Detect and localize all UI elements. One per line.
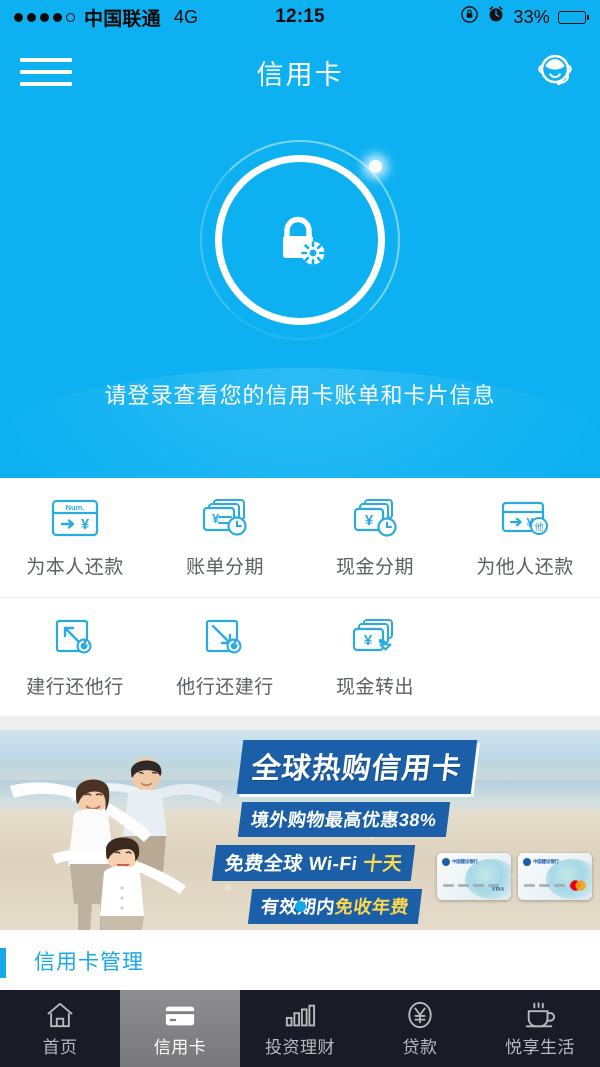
banner-pagination[interactable] [0, 901, 600, 912]
credit-card-mastercard: 中国建设银行 [518, 853, 592, 900]
banner-headline: 全球热购信用卡 [236, 740, 478, 794]
credit-card-visa: 中国建设银行 VISA [437, 853, 511, 900]
tab-label: 信用卡 [153, 1038, 207, 1057]
credit-card-management-section: 信用卡管理 [0, 930, 600, 988]
action-ccb-to-other[interactable]: 建行还他行 [0, 598, 150, 716]
action-bill-installment[interactable]: ¥ 账单分期 [150, 478, 300, 597]
home-icon [45, 999, 75, 1029]
battery-icon [558, 10, 589, 24]
quick-actions-row-1: Num. ¥ 为本人还款 ¥ 账单分期 ¥ 现金分期 ¥ 他 为他人还款 [0, 478, 600, 597]
tab-investment[interactable]: 投资理财 [240, 990, 360, 1067]
tab-home[interactable]: 首页 [0, 990, 120, 1067]
yen-circle-icon [406, 999, 434, 1029]
coffee-cup-icon [524, 999, 556, 1029]
ccb-bank-logo: 中国建设银行 [523, 858, 559, 866]
svg-text:¥: ¥ [365, 512, 374, 529]
arrow-out-refresh-icon [52, 616, 98, 660]
banner-credit-cards: 中国建设银行 VISA 中国建设银行 [437, 853, 592, 900]
login-hero-section: 请登录查看您的信用卡账单和卡片信息 [0, 110, 600, 478]
svg-text:VISA: VISA [492, 886, 505, 892]
tab-label: 首页 [42, 1038, 78, 1057]
battery-percent: 33% [513, 6, 550, 27]
svg-text:Num.: Num. [66, 503, 85, 512]
action-label: 建行还他行 [26, 676, 124, 698]
network-type: 4G [173, 6, 199, 27]
alarm-clock-icon [487, 5, 505, 29]
bar-chart-icon [284, 999, 316, 1029]
quick-actions-row-2: 建行还他行 他行还建行 ¥ 现金转出 [0, 597, 600, 716]
hamburger-menu-icon[interactable] [20, 52, 72, 92]
customer-service-icon[interactable] [530, 47, 580, 97]
quick-actions-grid: Num. ¥ 为本人还款 ¥ 账单分期 ¥ 现金分期 ¥ 他 为他人还款 建行还… [0, 478, 600, 716]
bank-name: 中国建设银行 [452, 859, 478, 864]
banner-line-3-highlight: 十天 [361, 854, 404, 875]
action-label: 为本人还款 [26, 557, 124, 578]
action-label: 现金转出 [335, 676, 414, 698]
status-bar: 中国联通 4G 12:15 33% [0, 0, 600, 34]
section-accent-bar [0, 948, 6, 978]
carrier-name: 中国联通 [84, 8, 161, 30]
banner-line-3-text: 免费全球 Wi-Fi [223, 854, 365, 875]
mastercard-logo-icon [568, 879, 588, 897]
banner-line-3: 免费全球 Wi-Fi 十天 [211, 845, 416, 881]
banner-dot-1[interactable] [294, 901, 306, 912]
tab-lifestyle[interactable]: 悦享生活 [480, 990, 600, 1067]
tab-loan[interactable]: 贷款 [360, 990, 480, 1067]
status-bar-left: 中国联通 4G [14, 4, 198, 31]
action-label: 现金分期 [335, 557, 414, 578]
action-label: 为他人还款 [476, 557, 574, 578]
action-other-repayment[interactable]: ¥ 他 为他人还款 [450, 478, 600, 597]
banner-line-2: 境外购物最高优惠38% [237, 802, 450, 837]
cash-clock-icon: ¥ [350, 496, 400, 540]
svg-text:¥: ¥ [364, 632, 373, 649]
tab-credit-card[interactable]: 信用卡 [120, 990, 240, 1067]
page-title: 信用卡 [256, 59, 344, 90]
card-icon [164, 999, 196, 1029]
svg-text:他: 他 [534, 521, 543, 533]
grid-empty-cell [450, 598, 600, 716]
section-divider [0, 716, 600, 730]
card-other-person-icon: ¥ 他 [499, 496, 551, 540]
tab-label: 贷款 [402, 1038, 438, 1057]
section-title: 信用卡管理 [34, 951, 144, 974]
bottom-tab-bar: 首页 信用卡 投资理财 贷款 悦享生活 [0, 990, 600, 1067]
action-cash-installment[interactable]: ¥ 现金分期 [300, 478, 450, 597]
lock-gear-icon [200, 140, 400, 340]
arrow-in-refresh-icon [202, 616, 248, 660]
ccb-bank-logo: 中国建设银行 [442, 858, 478, 866]
svg-text:¥: ¥ [81, 516, 90, 533]
rotation-lock-icon [460, 5, 479, 30]
action-cash-transfer-out[interactable]: ¥ 现金转出 [300, 598, 450, 716]
signal-strength-icon [14, 12, 75, 22]
visa-logo-icon: VISA [489, 879, 507, 897]
action-other-to-ccb[interactable]: 他行还建行 [150, 598, 300, 716]
tab-label: 投资理财 [265, 1038, 335, 1057]
action-self-repayment[interactable]: Num. ¥ 为本人还款 [0, 478, 150, 597]
card-num-yen-icon: Num. ¥ [50, 496, 100, 540]
bank-name: 中国建设银行 [533, 859, 559, 864]
login-prompt-text: 请登录查看您的信用卡账单和卡片信息 [104, 383, 496, 408]
login-lock-button[interactable] [200, 140, 400, 340]
tab-label: 悦享生活 [505, 1038, 575, 1057]
status-bar-right: 33% [460, 5, 589, 30]
action-label: 账单分期 [185, 557, 264, 578]
action-label: 他行还建行 [176, 676, 274, 698]
top-navigation-bar: 信用卡 [0, 34, 600, 110]
cards-clock-icon: ¥ [200, 496, 250, 540]
cash-transfer-out-icon: ¥ [350, 616, 400, 660]
promo-banner[interactable]: 全球热购信用卡 境外购物最高优惠38% 免费全球 Wi-Fi 十天 有效期内免收… [0, 730, 600, 930]
